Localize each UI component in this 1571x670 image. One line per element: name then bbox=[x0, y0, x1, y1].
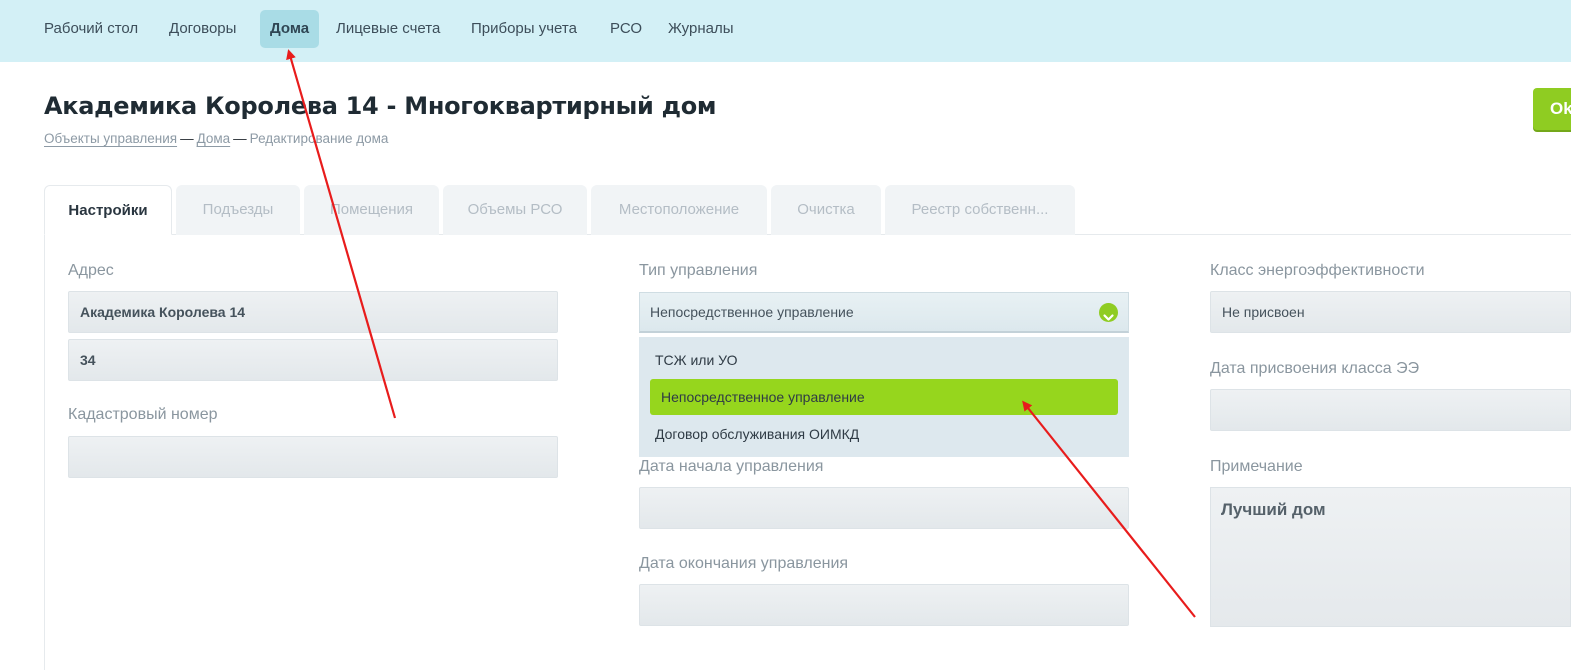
breadcrumb-link-objects[interactable]: Объекты управления bbox=[44, 131, 177, 146]
start-date-input[interactable] bbox=[639, 487, 1129, 529]
nav-item-desktop[interactable]: Рабочий стол bbox=[44, 10, 138, 48]
nav-item-meters[interactable]: Приборы учета bbox=[471, 10, 577, 48]
management-type-label: Тип управления bbox=[639, 262, 758, 279]
energy-class-select[interactable]: Не присвоен bbox=[1210, 291, 1571, 333]
tab-owners-registry[interactable]: Реестр собственн... bbox=[885, 185, 1075, 235]
save-button[interactable]: Ok bbox=[1533, 88, 1571, 130]
address-input[interactable]: Академика Королева 14 bbox=[68, 291, 558, 333]
note-textarea[interactable]: Лучший дом bbox=[1210, 487, 1571, 627]
nav-item-journals[interactable]: Журналы bbox=[668, 10, 734, 48]
breadcrumb-separator: — bbox=[180, 131, 194, 146]
energy-class-date-input[interactable] bbox=[1210, 389, 1571, 431]
management-type-select[interactable]: Непосредственное управление bbox=[639, 292, 1129, 333]
cadastral-number-label: Кадастровый номер bbox=[68, 406, 218, 423]
tab-premises[interactable]: Помещения bbox=[304, 185, 439, 235]
nav-item-rso[interactable]: РСО bbox=[610, 10, 642, 48]
management-type-value: Непосредственное управление bbox=[650, 304, 854, 320]
tab-cleaning[interactable]: Очистка bbox=[771, 185, 881, 235]
start-date-label: Дата начала управления bbox=[639, 458, 824, 475]
dropdown-option-hoa[interactable]: ТСЖ или УО bbox=[650, 342, 1118, 378]
management-type-dropdown: ТСЖ или УО Непосредственное управление Д… bbox=[639, 337, 1129, 457]
note-label: Примечание bbox=[1210, 458, 1303, 475]
nav-item-houses[interactable]: Дома bbox=[260, 10, 320, 48]
breadcrumb-link-houses[interactable]: Дома bbox=[197, 131, 231, 146]
end-date-input[interactable] bbox=[639, 584, 1129, 626]
tab-location[interactable]: Местоположение bbox=[591, 185, 767, 235]
dropdown-option-service-contract[interactable]: Договор обслуживания ОИМКД bbox=[650, 416, 1118, 452]
energy-class-date-label: Дата присвоения класса ЭЭ bbox=[1210, 360, 1420, 377]
tab-entrances[interactable]: Подъезды bbox=[176, 185, 300, 235]
nav-item-contracts[interactable]: Договоры bbox=[169, 10, 236, 48]
chevron-down-icon[interactable] bbox=[1099, 303, 1118, 322]
address-label: Адрес bbox=[68, 262, 114, 279]
tab-settings[interactable]: Настройки bbox=[44, 185, 172, 235]
end-date-label: Дата окончания управления bbox=[639, 555, 849, 572]
content-border bbox=[44, 234, 45, 670]
page-title: Академика Королева 14 - Многоквартирный … bbox=[44, 92, 717, 120]
nav-item-accounts[interactable]: Лицевые счета bbox=[336, 10, 440, 48]
dropdown-option-direct[interactable]: Непосредственное управление bbox=[650, 379, 1118, 415]
top-navigation: Рабочий стол Договоры Дома Лицевые счета… bbox=[0, 0, 1571, 62]
breadcrumb-separator: — bbox=[233, 131, 247, 146]
breadcrumb: Объекты управления — Дома — Редактирование д… bbox=[44, 131, 388, 146]
breadcrumb-current: Редактирование дома bbox=[249, 131, 389, 146]
energy-class-label: Класс энергоэффективности bbox=[1210, 262, 1425, 279]
address-number-input[interactable]: 34 bbox=[68, 339, 558, 381]
cadastral-number-input[interactable] bbox=[68, 436, 558, 478]
tab-rso-volumes[interactable]: Объемы РСО bbox=[443, 185, 587, 235]
